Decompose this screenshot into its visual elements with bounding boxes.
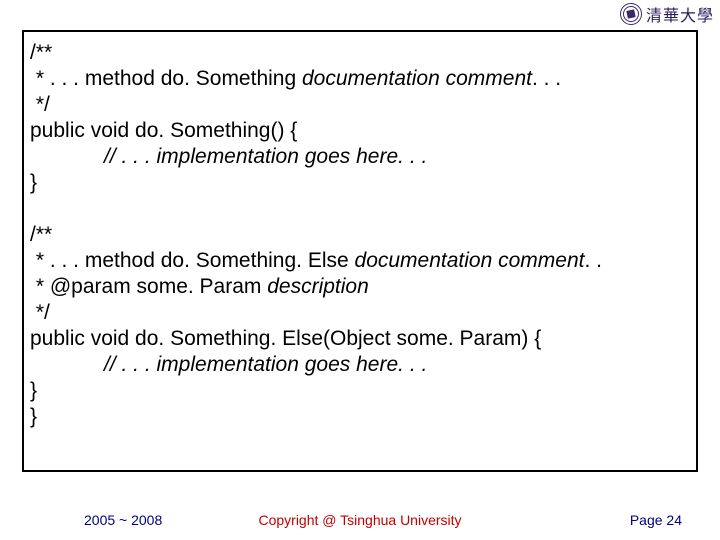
seal-icon	[620, 3, 642, 25]
code-line: }	[30, 404, 688, 430]
code-comment: description	[267, 275, 369, 298]
code-text: * @param some. Param	[30, 275, 267, 298]
logo-text: 清華大學	[646, 2, 714, 26]
code-line: public void do. Something() {	[30, 118, 688, 144]
slide: 清華大學 /** * . . . method do. Something do…	[0, 0, 720, 540]
code-text: * . . . method do. Something. Else	[30, 249, 355, 272]
code-line: * @param some. Param description	[30, 274, 688, 300]
footer-date-range: 2005 ~ 2008	[84, 512, 162, 528]
code-line: */	[30, 300, 688, 326]
code-text: . . .	[532, 67, 561, 90]
footer: 2005 ~ 2008 Copyright @ Tsinghua Univers…	[0, 512, 720, 528]
code-comment: documentation comment	[302, 67, 532, 90]
footer-copyright: Copyright @ Tsinghua University	[258, 512, 461, 528]
code-line: /**	[30, 222, 688, 248]
code-text: * . . . method do. Something	[30, 67, 302, 90]
code-line: }	[30, 170, 688, 196]
code-line: * . . . method do. Something documentati…	[30, 66, 688, 92]
code-blank-line	[30, 196, 688, 222]
code-box: /** * . . . method do. Something documen…	[22, 30, 698, 472]
code-line: // . . . implementation goes here. . .	[30, 352, 688, 378]
code-comment: documentation comment	[355, 249, 585, 272]
code-text: . .	[584, 249, 602, 272]
code-line: public void do. Something. Else(Object s…	[30, 326, 688, 352]
code-line: */	[30, 92, 688, 118]
footer-page-number: Page 24	[630, 512, 682, 528]
code-line: /**	[30, 40, 688, 66]
code-line: }	[30, 378, 688, 404]
code-line: // . . . implementation goes here. . .	[30, 144, 688, 170]
university-logo: 清華大學	[620, 2, 714, 26]
code-line: * . . . method do. Something. Else docum…	[30, 248, 688, 274]
